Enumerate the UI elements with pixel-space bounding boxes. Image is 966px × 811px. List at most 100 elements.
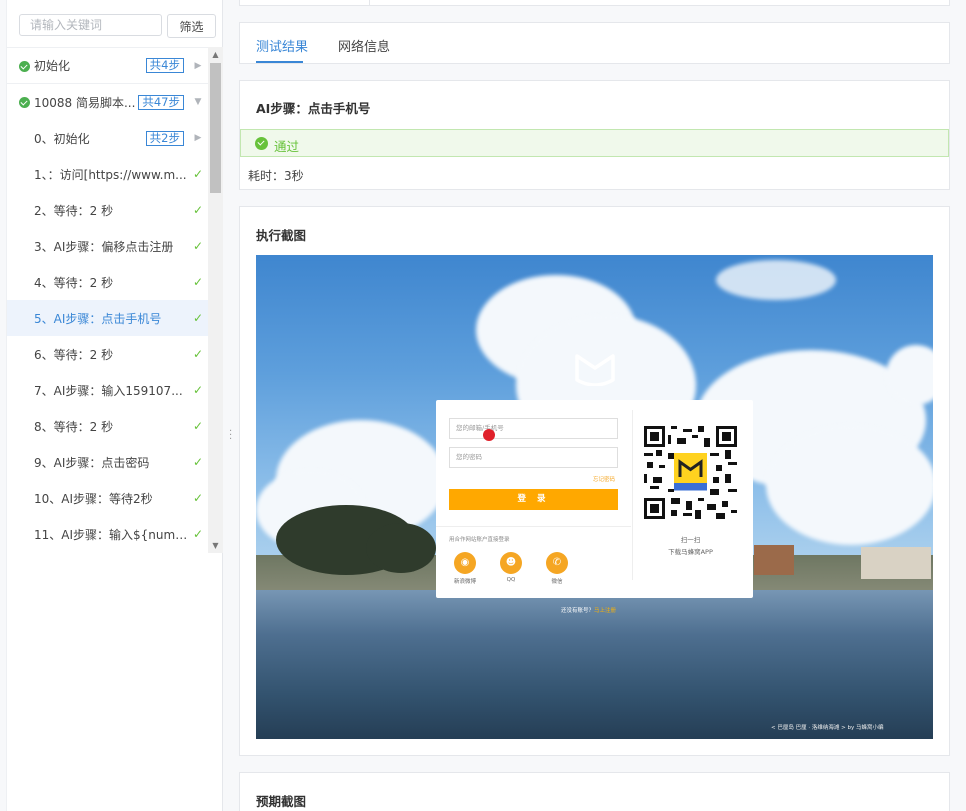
weibo-icon: ◉ — [454, 552, 476, 574]
chevron-down-icon[interactable]: ▼ — [192, 97, 204, 107]
list-item[interactable]: 8、等待：2 秒 ✓ — [7, 408, 208, 444]
list-item[interactable]: 9、AI步骤：点击密码 ✓ — [7, 444, 208, 480]
execution-screenshot-panel: 执行截图 您的邮箱/手机号 您的密码 忘记密码 登 录 用合作网站账户直接登录 — [239, 206, 950, 756]
social-label: 新浪微博 — [453, 579, 476, 585]
step-sidebar: 筛选 初始化 共4步 ▶ 10088 简易脚本... 共47步 ▼ 0、初始化 … — [6, 0, 223, 811]
check-icon: ✓ — [192, 419, 204, 433]
success-icon — [19, 61, 30, 72]
register-link[interactable]: 马上注册 — [594, 608, 616, 614]
scan-text: 扫一扫 — [680, 536, 701, 544]
list-item[interactable]: 初始化 共4步 ▶ — [7, 48, 208, 84]
mafengwo-logo-icon — [575, 354, 615, 386]
status-text: 通过 — [274, 139, 300, 154]
tab-network-info[interactable]: 网络信息 — [338, 36, 390, 55]
execution-screenshot[interactable]: 您的邮箱/手机号 您的密码 忘记密码 登 录 用合作网站账户直接登录 ◉ 新浪微… — [256, 255, 933, 739]
check-icon: ✓ — [192, 527, 204, 541]
filter-button[interactable]: 筛选 — [167, 14, 216, 38]
list-item-label: 11、AI步骤：输入${numb... — [34, 527, 192, 542]
divider — [632, 410, 633, 580]
chevron-right-icon[interactable]: ▶ — [192, 133, 204, 143]
step-count-badge: 共4步 — [145, 58, 184, 73]
check-icon: ✓ — [192, 491, 204, 505]
divider — [436, 526, 631, 527]
check-icon: ✓ — [192, 455, 204, 469]
scroll-down-icon[interactable]: ▼ — [208, 538, 223, 553]
active-tab-indicator — [256, 61, 303, 63]
partner-login-text: 用合作网站账户直接登录 — [449, 537, 510, 543]
list-item-label: 3、AI步骤：偏移点击注册 — [34, 239, 174, 254]
building — [754, 545, 794, 575]
step-count-badge: 共47步 — [138, 94, 184, 110]
cloud — [716, 260, 836, 300]
top-panel-stub — [239, 0, 950, 6]
login-button[interactable]: 登 录 — [449, 489, 618, 510]
list-item[interactable]: 11、AI步骤：输入${numb... ✓ — [7, 516, 208, 552]
check-icon: ✓ — [192, 311, 204, 325]
qq-login-button[interactable]: ☻ QQ — [491, 552, 531, 583]
list-item-active[interactable]: 5、AI步骤：点击手机号 ✓ — [7, 300, 208, 336]
list-item-label: 1、：访问[https://www.m... — [34, 167, 187, 182]
expected-screenshot-panel: 预期截图 — [239, 772, 950, 811]
list-item[interactable]: 2、等待：2 秒 ✓ — [7, 192, 208, 228]
list-item[interactable]: 10、AI步骤：等待2秒 ✓ — [7, 480, 208, 516]
qq-icon: ☻ — [500, 552, 522, 574]
wechat-login-button[interactable]: ✆ 微信 — [537, 552, 577, 585]
click-marker-icon — [483, 429, 495, 441]
tab-test-results[interactable]: 测试结果 — [256, 36, 308, 55]
success-icon — [255, 137, 268, 150]
section-title: 执行截图 — [256, 228, 307, 243]
account-field[interactable]: 您的邮箱/手机号 — [449, 418, 618, 439]
success-icon — [19, 97, 30, 108]
register-prompt: 还没有账号？马上注册 — [561, 606, 616, 614]
photo-credit: < 巴厘岛 巴厘 · 洛维纳海滩 > by 马蜂窝小编 — [771, 725, 884, 731]
list-item[interactable]: 0、初始化 共2步 ▶ — [7, 120, 208, 156]
panel-resize-handle[interactable]: · · · — [229, 427, 233, 445]
chevron-right-icon[interactable]: ▶ — [192, 61, 204, 71]
list-item[interactable]: 4、等待：2 秒 ✓ — [7, 264, 208, 300]
list-item[interactable]: 7、AI步骤：输入159107... ✓ — [7, 372, 208, 408]
check-icon: ✓ — [192, 347, 204, 361]
list-item-label: 9、AI步骤：点击密码 — [34, 455, 150, 470]
search-row: 筛选 — [19, 14, 216, 38]
top-stub-tab — [240, 0, 370, 5]
list-item[interactable]: 1、：访问[https://www.m... ✓ — [7, 156, 208, 192]
list-item-label: 10、AI步骤：等待2秒 — [34, 491, 153, 506]
section-title: 预期截图 — [256, 794, 307, 809]
weibo-login-button[interactable]: ◉ 新浪微博 — [445, 552, 485, 585]
social-label: QQ — [506, 577, 516, 583]
password-field[interactable]: 您的密码 — [449, 447, 618, 468]
step-result-panel: AI步骤：点击手机号 通过 耗时：3秒 — [239, 80, 950, 190]
check-icon: ✓ — [192, 203, 204, 217]
forgot-password-link[interactable]: 忘记密码 — [593, 475, 615, 483]
list-item-label: 7、AI步骤：输入159107... — [34, 383, 183, 398]
check-icon: ✓ — [192, 383, 204, 397]
duration-text: 耗时：3秒 — [248, 169, 304, 183]
search-input[interactable] — [19, 14, 162, 36]
status-banner: 通过 — [240, 129, 949, 157]
list-scrollbar[interactable]: ▲ ▼ — [208, 47, 223, 553]
step-count-badge: 共2步 — [145, 130, 184, 146]
social-label: 微信 — [551, 579, 563, 585]
download-app-text: 下载马蜂窝APP — [668, 548, 713, 556]
list-item-label: 4、等待：2 秒 — [34, 275, 114, 290]
list-item[interactable]: 10088 简易脚本... 共47步 ▼ — [7, 84, 208, 120]
result-tabs: 测试结果 网络信息 — [239, 22, 950, 64]
step-title: AI步骤：点击手机号 — [256, 101, 371, 116]
list-item-label: 5、AI步骤：点击手机号 — [34, 311, 162, 326]
scrollbar-thumb[interactable] — [210, 63, 221, 193]
scroll-up-icon[interactable]: ▲ — [208, 47, 223, 62]
list-item-label: 6、等待：2 秒 — [34, 347, 114, 362]
check-icon: ✓ — [192, 167, 204, 181]
login-card: 您的邮箱/手机号 您的密码 忘记密码 登 录 用合作网站账户直接登录 ◉ 新浪微… — [436, 400, 753, 598]
cloud — [766, 425, 933, 545]
check-icon: ✓ — [192, 275, 204, 289]
building — [861, 547, 931, 579]
list-item-label: 8、等待：2 秒 — [34, 419, 114, 434]
list-item[interactable]: 6、等待：2 秒 ✓ — [7, 336, 208, 372]
no-account-text: 还没有账号？ — [561, 608, 595, 614]
list-item[interactable]: 3、AI步骤：偏移点击注册 ✓ — [7, 228, 208, 264]
step-list: 初始化 共4步 ▶ 10088 简易脚本... 共47步 ▼ 0、初始化 共2步… — [7, 47, 208, 553]
wechat-icon: ✆ — [546, 552, 568, 574]
list-item-label: 0、初始化 — [34, 131, 90, 146]
check-icon: ✓ — [192, 239, 204, 253]
